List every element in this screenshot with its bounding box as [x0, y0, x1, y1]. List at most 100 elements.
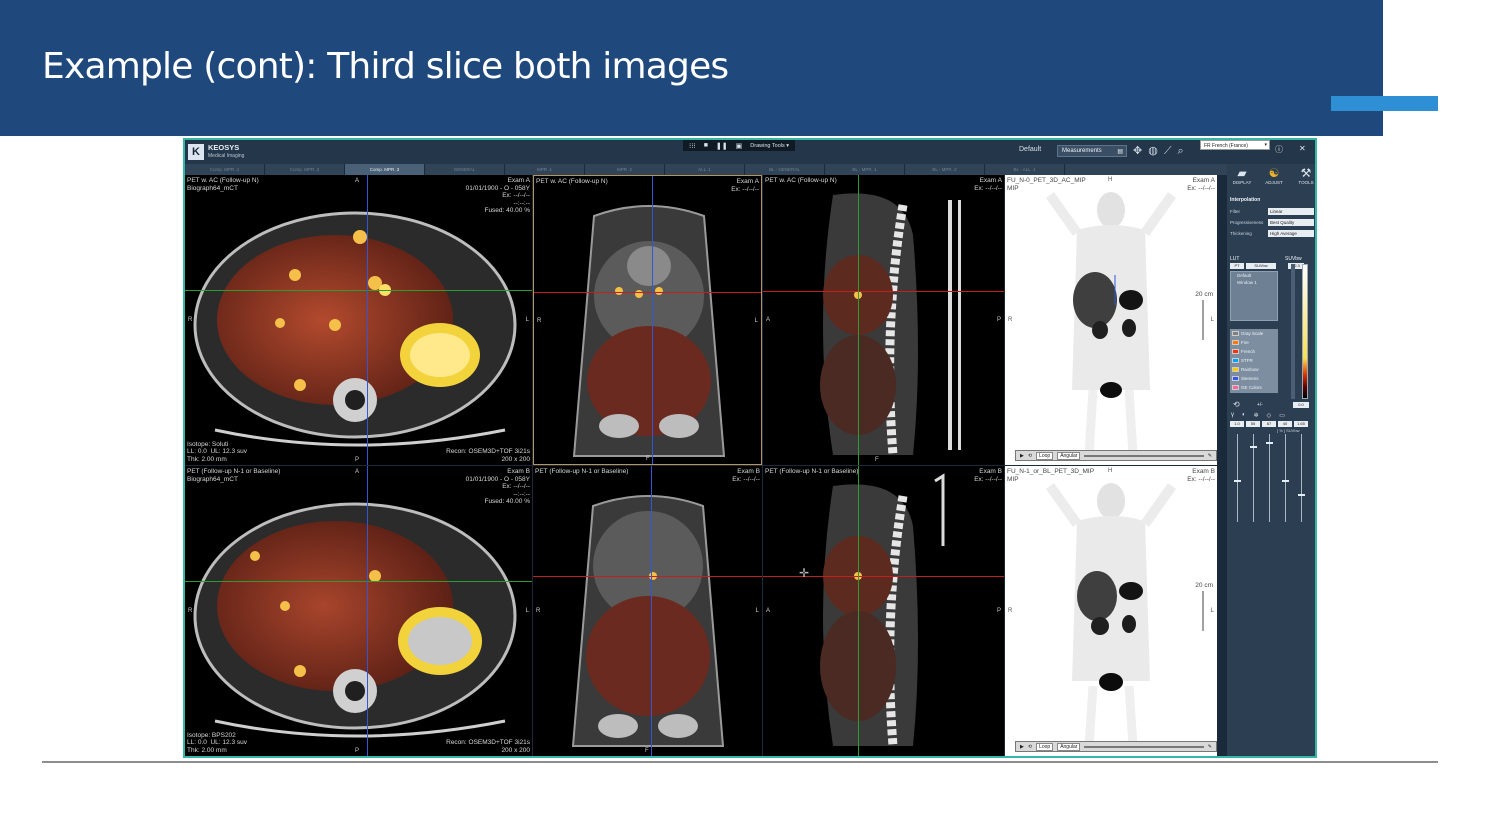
play-icon[interactable]: ▶	[1020, 744, 1024, 750]
colormap-item[interactable]: Fire	[1230, 338, 1278, 347]
layout-tab[interactable]: GENERAL	[425, 164, 505, 175]
unit-select[interactable]: SUVbw	[1246, 263, 1276, 269]
grid-layout-icon[interactable]: ⁝⁝⁝	[689, 142, 696, 150]
layout-tab[interactable]: MPR .2	[585, 164, 665, 175]
viewport-coronal-exam-a[interactable]: PET w. AC (Follow-up N) Exam A Ex: --/--…	[533, 175, 762, 465]
layout-tab[interactable]: BL - ALL .1	[985, 164, 1065, 175]
stop-icon[interactable]: ■	[704, 142, 708, 149]
viewport-label-top-left: PET (Follow-up N-1 or Baseline)	[765, 468, 859, 475]
window-slider[interactable]	[1298, 434, 1305, 522]
window-icon[interactable]: ▭	[1279, 412, 1285, 419]
cine-speed-slider[interactable]	[1084, 454, 1204, 457]
reset-icon[interactable]: ⟲	[1233, 400, 1240, 409]
cine-mode-select[interactable]: Loop	[1036, 451, 1054, 460]
pin-icon[interactable]: ✎	[1208, 744, 1212, 750]
color-scale-bar[interactable]	[1302, 264, 1308, 399]
cine-type-select[interactable]: Angular	[1057, 742, 1081, 751]
globe-icon[interactable]: ◍	[1148, 144, 1158, 158]
progressiveness-select[interactable]: Best Quality	[1268, 219, 1314, 226]
gamma-slider[interactable]	[1234, 434, 1241, 522]
lut-item-default[interactable]: Default	[1231, 272, 1277, 279]
viewport-mip-exam-b[interactable]: FU_N-1_or_BL_PET_3D_MIP MIP Exam B Ex: -…	[1005, 466, 1217, 756]
layout-tab[interactable]: Comp. MPR .2	[265, 164, 345, 175]
language-select[interactable]: FR French (France) ▾	[1200, 140, 1270, 150]
close-icon[interactable]: ✕	[1299, 144, 1306, 155]
cine-type-select[interactable]: Angular	[1057, 451, 1081, 460]
coronal-image-a	[572, 205, 726, 457]
lut-item-window[interactable]: Window 1	[1231, 279, 1277, 286]
sharpness-slider[interactable]	[1282, 434, 1289, 522]
colormap-item[interactable]: French	[1230, 347, 1278, 356]
interpolation-heading: Interpolation	[1230, 197, 1261, 203]
drawing-tools-menu[interactable]: Drawing Tools ▾	[750, 143, 789, 149]
play-icon[interactable]: ▶	[1020, 453, 1024, 459]
colormap-item[interactable]: Siemens	[1230, 374, 1278, 383]
toolbar-icons: ✥ ◍ ⟋ ⌕	[1133, 144, 1184, 158]
display-button[interactable]: ▰ DISPLAY	[1231, 166, 1253, 185]
contrast-slider[interactable]	[1250, 434, 1257, 522]
adjust-value-input[interactable]: 40	[1278, 421, 1292, 427]
layout-tab[interactable]: Comp. MPR .3	[345, 164, 425, 175]
layout-tab[interactable]: Comp. MPR .1	[185, 164, 265, 175]
colormap-item[interactable]: STFR	[1230, 356, 1278, 365]
viewport-coronal-exam-b[interactable]: PET (Follow-up N-1 or Baseline) Exam B E…	[533, 466, 762, 756]
layout-tab[interactable]: BL - MPR .2	[905, 164, 985, 175]
adjust-button[interactable]: ☯ ADJUST	[1263, 166, 1285, 185]
layout-tab[interactable]: ALL .1	[665, 164, 745, 175]
cine-speed-slider[interactable]	[1084, 745, 1204, 748]
cine-mode-select[interactable]: Loop	[1036, 742, 1054, 751]
layout-tab[interactable]: MPR .1	[505, 164, 585, 175]
viewport-label-top-right: Exam B Ex: --/--/--	[1187, 468, 1215, 483]
adjust-value-input[interactable]: 55	[1246, 421, 1260, 427]
viewport-label-top-right: Exam B Ex: --/--/--	[974, 468, 1002, 483]
adjust-value-input[interactable]: 1.65	[1294, 421, 1308, 427]
sagittal-image-a	[820, 193, 961, 456]
layout-tab[interactable]: BL - GENERAL	[745, 164, 825, 175]
contrast-icon[interactable]: ◐	[1242, 412, 1246, 419]
brightness-slider[interactable]	[1266, 434, 1273, 522]
gamma-icon[interactable]: γ	[1231, 412, 1234, 419]
measure-tool-icon[interactable]: ⟋	[1164, 144, 1172, 158]
pan-icon[interactable]: ✥	[1133, 144, 1142, 158]
modality-select[interactable]: PT	[1230, 263, 1244, 269]
lut-unit: SUVbw	[1285, 256, 1302, 262]
tools-icon: ⚒	[1300, 166, 1312, 180]
loop-icon[interactable]: ⟲	[1028, 453, 1032, 459]
filter-select[interactable]: Linear	[1268, 208, 1314, 215]
viewport-mip-exam-a[interactable]: FU_N-0_PET_3D_AC_MIP MIP Exam A Ex: --/-…	[1005, 175, 1217, 465]
viewport-axial-exam-b[interactable]: PET (Follow-up N-1 or Baseline) Biograph…	[185, 466, 532, 756]
zoom-icon[interactable]: ⌕	[1178, 144, 1184, 158]
thickening-row: Thickening High Average	[1230, 230, 1314, 238]
adjust-value-input[interactable]: 87	[1262, 421, 1276, 427]
sharpness-icon[interactable]: ◇	[1267, 412, 1272, 419]
preset-label[interactable]: Default	[1019, 146, 1041, 153]
loop-icon[interactable]: ⟲	[1028, 744, 1032, 750]
measurements-label: Measurements	[1062, 148, 1102, 154]
pause-icon[interactable]: ❚❚	[716, 142, 728, 150]
window-controls: ⓘ ✕	[1275, 144, 1306, 155]
logo-subtitle: Medical Imaging	[208, 153, 245, 159]
lut-min-input[interactable]: 0.0	[1293, 402, 1309, 408]
adjust-value-input[interactable]: 1.0	[1230, 421, 1244, 427]
colormap-label: Rainbow	[1241, 367, 1259, 372]
colormap-item[interactable]: Rainbow	[1230, 365, 1278, 374]
orientation-right: R	[1008, 608, 1013, 614]
layout-tab[interactable]: BL - MPR .1	[825, 164, 905, 175]
colormap-item[interactable]: Gray Scale	[1230, 329, 1278, 338]
slide-title: Example (cont): Third slice both images	[42, 46, 729, 87]
pin-icon[interactable]: ✎	[1208, 453, 1212, 459]
viewport-sagittal-exam-a[interactable]: PET w. AC (Follow-up N) Exam A Ex: --/--…	[763, 175, 1004, 465]
colormap-item[interactable]: GE Colors	[1230, 383, 1278, 392]
adjust-icons: γ ◐ ✲ ◇ ▭	[1231, 412, 1285, 419]
viewer-toolbar: K KEOSYS Medical Imaging ⁝⁝⁝ ■ ❚❚ ▣ Draw…	[185, 140, 1315, 164]
brightness-icon[interactable]: ✲	[1254, 412, 1259, 419]
viewport-axial-exam-a[interactable]: PET w. AC (Follow-up N) Biograph64_mCT E…	[185, 175, 532, 465]
info-icon[interactable]: ⓘ	[1275, 144, 1283, 155]
monitor-icon[interactable]: ▣	[736, 142, 743, 150]
tools-button[interactable]: ⚒ TOOLS	[1295, 166, 1315, 185]
adjust-icon: ☯	[1268, 166, 1280, 180]
measurements-dropdown[interactable]: Measurements ▤	[1057, 145, 1127, 157]
invert-button[interactable]: +/-	[1257, 402, 1263, 408]
thickening-select[interactable]: High Average	[1268, 230, 1314, 237]
viewport-sagittal-exam-b[interactable]: ✛ PET (Follow-up N-1 or Baseline) Exam B…	[763, 466, 1004, 756]
